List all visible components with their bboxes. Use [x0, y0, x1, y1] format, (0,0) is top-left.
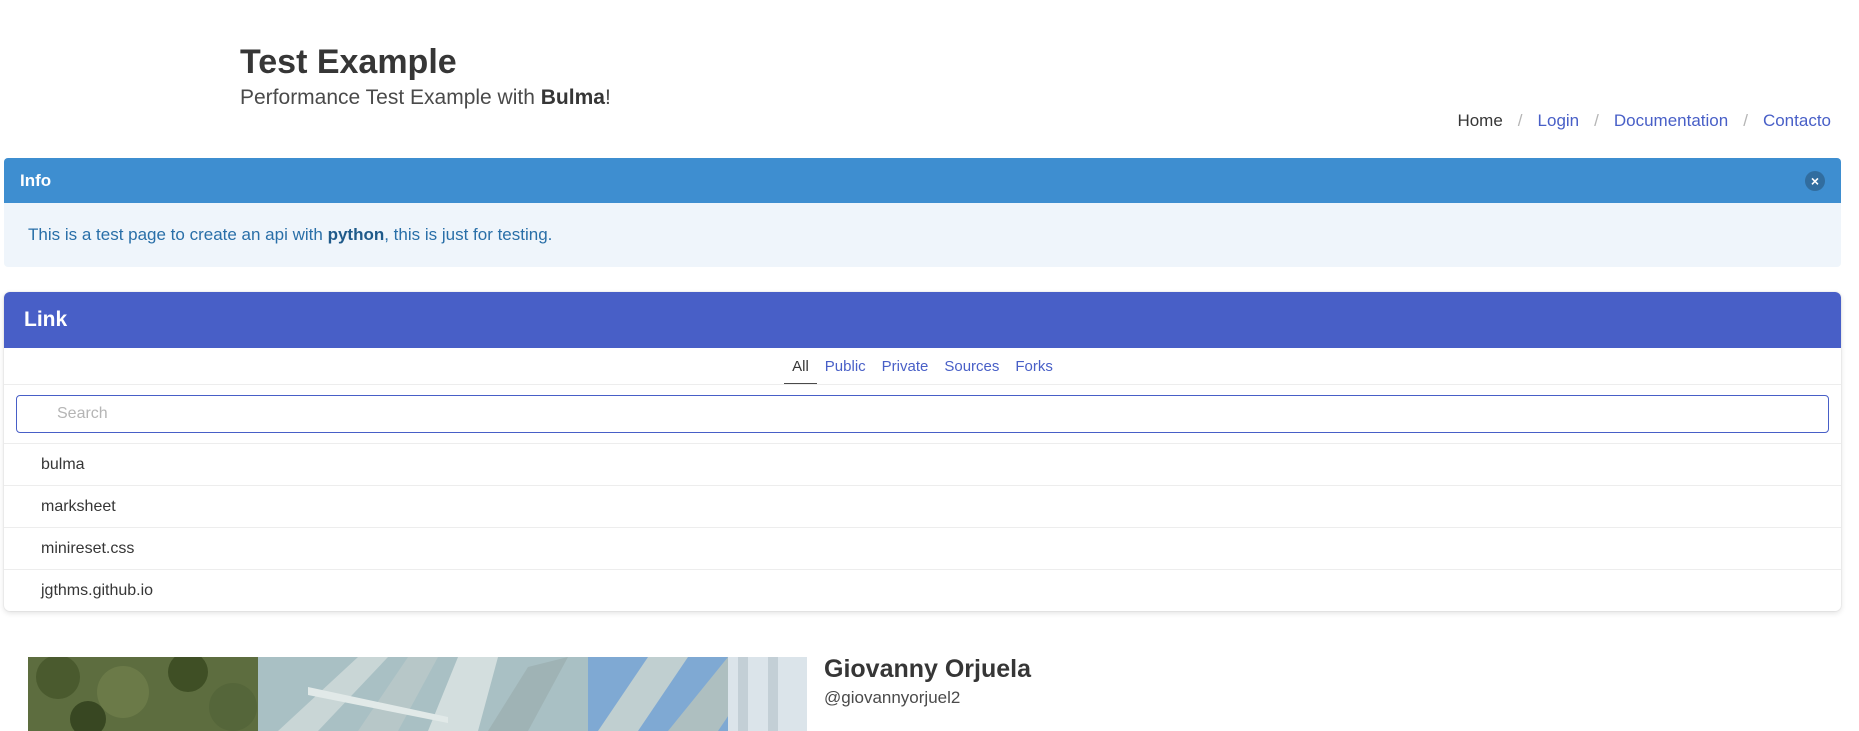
profile-name: Giovanny Orjuela — [824, 655, 1032, 683]
page-subtitle: Performance Test Example with Bulma! — [240, 84, 611, 112]
close-icon[interactable]: × — [1805, 170, 1825, 191]
message-header: Info × — [4, 158, 1841, 203]
panel-tabs: All Public Private Sources Forks — [4, 348, 1841, 385]
repo-item[interactable]: bulma — [4, 444, 1841, 486]
tab-public[interactable]: Public — [817, 358, 874, 384]
subtitle-suffix: ! — [604, 86, 611, 109]
breadcrumb-contacto[interactable]: Contacto — [1763, 111, 1831, 131]
profile-handle: @giovannyorjuel2 — [824, 688, 961, 707]
tab-all[interactable]: All — [784, 358, 817, 384]
repo-item[interactable]: jgthms.github.io — [4, 570, 1841, 611]
search-input[interactable] — [16, 395, 1829, 433]
breadcrumb-separator: / — [1517, 111, 1523, 130]
message-body-suffix: , this is just for testing. — [384, 225, 553, 244]
breadcrumb-login[interactable]: Login — [1538, 111, 1580, 131]
hero: Test Example Performance Test Example wi… — [240, 42, 611, 112]
breadcrumb-separator: / — [1743, 111, 1748, 130]
subtitle-bold: Bulma — [540, 86, 605, 109]
subtitle-prefix: Performance Test Example with — [240, 86, 541, 109]
message-body-prefix: This is a test page to create an api wit… — [28, 225, 328, 244]
search-block — [4, 385, 1841, 444]
page-title: Test Example — [240, 43, 457, 81]
tab-sources[interactable]: Sources — [936, 358, 1007, 384]
link-panel: Link All Public Private Sources Forks bu… — [4, 292, 1841, 611]
breadcrumb-home: Home — [1457, 111, 1503, 130]
message-body: This is a test page to create an api wit… — [4, 203, 1841, 267]
repo-item[interactable]: minireset.css — [4, 528, 1841, 570]
breadcrumb-separator: / — [1594, 111, 1599, 130]
repo-item[interactable]: marksheet — [4, 486, 1841, 528]
tab-private[interactable]: Private — [874, 358, 937, 384]
breadcrumb: Home / Login / Documentation / Contacto — [1457, 111, 1831, 131]
message-title: Info — [20, 170, 52, 190]
profile-photo — [28, 657, 807, 731]
panel-heading: Link — [4, 292, 1841, 348]
message-body-bold: python — [327, 225, 385, 244]
tab-forks[interactable]: Forks — [1007, 358, 1061, 384]
info-message: Info × This is a test page to create an … — [4, 158, 1841, 267]
breadcrumb-documentation[interactable]: Documentation — [1614, 111, 1728, 131]
palm-photo-illustration — [28, 657, 807, 731]
